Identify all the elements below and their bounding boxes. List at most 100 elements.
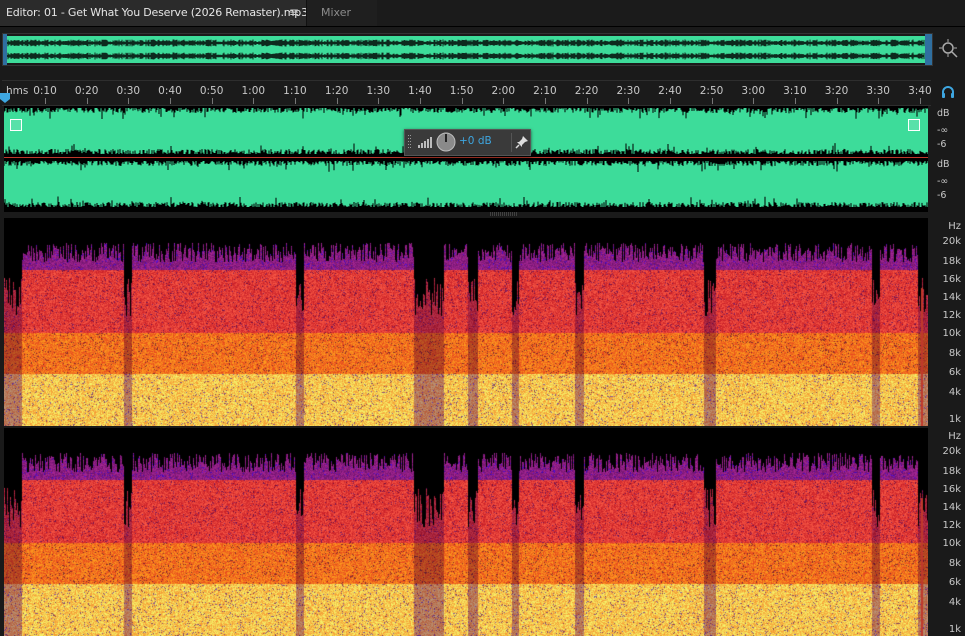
ruler-tick-mark — [211, 98, 213, 104]
ruler-tick-label: 2:20 — [574, 85, 599, 97]
db-unit-label: dB — [937, 159, 950, 170]
ruler-tick-mark — [794, 98, 796, 104]
waveform-display[interactable] — [3, 106, 928, 212]
ruler-tick-mark — [836, 98, 838, 104]
ruler-tick-label: 3:00 — [741, 85, 766, 97]
ruler-tick-label: 0:40 — [158, 85, 182, 97]
db-unit-label: dB — [937, 108, 950, 119]
hz-label: 14k — [942, 502, 961, 513]
ruler-tick-mark — [669, 98, 671, 104]
hz-label: 8k — [948, 558, 961, 569]
ruler-tick-mark — [628, 98, 630, 104]
ruler-tick-mark — [253, 98, 255, 104]
hz-label: 12k — [942, 520, 961, 531]
ruler-tick-label: 0:30 — [116, 85, 141, 97]
playhead-marker[interactable] — [0, 93, 10, 103]
hz-label: 14k — [942, 292, 961, 303]
ruler-tick-mark — [419, 98, 421, 104]
hz-label: 6k — [948, 577, 961, 588]
hz-label: 6k — [948, 367, 961, 378]
ruler-tick-mark — [711, 98, 713, 104]
tab-bar: Editor: 01 - Get What You Deserve (2026 … — [0, 0, 965, 27]
hz-label: 16k — [942, 274, 961, 285]
ruler-tick-label: 1:40 — [408, 85, 432, 97]
hz-label: 20k — [942, 446, 961, 457]
db-ruler-left-channel: dB -∞ -6 — [931, 106, 965, 156]
hz-label: 12k — [942, 310, 961, 321]
volume-knob[interactable] — [436, 132, 456, 152]
ruler-tick-label: 2:30 — [616, 85, 641, 97]
hz-label: 16k — [942, 484, 961, 495]
headphones-icon[interactable] — [940, 84, 956, 100]
time-ruler[interactable]: hms 0:10 0:20 0:30 0:40 0:50 1:00 1:10 1:20 1:30… — [2, 80, 932, 106]
ruler-tick-label: 2:10 — [533, 85, 557, 97]
ruler-tick-label: 2:00 — [491, 85, 516, 97]
hamburger-menu-icon[interactable]: ≡ — [287, 5, 301, 19]
hz-label: 8k — [948, 348, 961, 359]
tab-mixer[interactable]: Mixer — [306, 0, 377, 26]
db-label-minus6: -6 — [937, 190, 947, 201]
ruler-tick-label: 0:10 — [33, 85, 57, 97]
hz-label: 20k — [942, 236, 961, 247]
hz-label: 18k — [942, 256, 961, 267]
db-label-minus6: -6 — [937, 139, 947, 150]
fade-in-handle[interactable] — [10, 119, 22, 131]
ruler-tick-mark — [586, 98, 588, 104]
ruler-tick-mark — [45, 98, 46, 104]
ruler-tick-label: 3:20 — [824, 85, 849, 97]
fade-out-handle[interactable] — [908, 119, 920, 131]
tab-mixer-label: Mixer — [321, 6, 352, 19]
volume-value: +0 dB — [459, 135, 492, 147]
pin-icon[interactable] — [515, 135, 529, 149]
ruler-tick-label: 1:30 — [366, 85, 391, 97]
ruler-tick-label: 0:50 — [199, 85, 224, 97]
panel-splitter-handle[interactable] — [490, 212, 518, 216]
spectral-display-right-channel[interactable] — [4, 428, 928, 636]
ruler-tick-label: 3:40 — [908, 85, 932, 97]
level-meter-icon — [418, 137, 432, 148]
ruler-tick-mark — [461, 98, 463, 104]
spectral-display-left-channel[interactable] — [4, 218, 928, 426]
ruler-tick-label: 1:20 — [324, 85, 349, 97]
ruler-tick-mark — [878, 98, 880, 104]
hud-divider — [511, 133, 512, 152]
hz-label: 10k — [942, 538, 961, 549]
ruler-tick-label: 3:10 — [783, 85, 807, 97]
overview-waveform[interactable] — [2, 33, 933, 66]
ruler-tick-label: 1:50 — [449, 85, 474, 97]
ruler-tick-mark — [169, 98, 171, 104]
db-ruler-right-channel: dB -∞ -6 — [931, 157, 965, 207]
ruler-tick-label: 3:30 — [866, 85, 890, 97]
ruler-tick-mark — [378, 98, 380, 104]
ruler-tick-label: 1:00 — [241, 85, 266, 97]
hz-label: 4k — [948, 387, 961, 398]
hz-label: 1k — [948, 624, 961, 635]
zoom-navigator-icon[interactable] — [938, 38, 960, 60]
frequency-ruler-left-channel: Hz 20k 18k 16k 14k 12k 10k 8k 6k 4k 1k — [931, 218, 965, 426]
ruler-tick-label: 0:20 — [74, 85, 99, 97]
hz-label: 1k — [948, 414, 961, 425]
db-label-inf: -∞ — [937, 176, 949, 187]
frequency-ruler-right-channel: Hz 20k 18k 16k 14k 12k 10k 8k 6k 4k 1k — [931, 428, 965, 636]
ruler-tick-mark — [919, 98, 921, 104]
ruler-tick-label: 1:10 — [283, 85, 307, 97]
ruler-tick-mark — [294, 98, 296, 104]
grip-icon[interactable] — [408, 134, 412, 150]
hz-label: 18k — [942, 466, 961, 477]
ruler-tick-mark — [336, 98, 338, 104]
ruler-tick-mark — [753, 98, 755, 104]
ruler-tick-label: 2:50 — [699, 85, 724, 97]
ruler-tick-label: 2:40 — [658, 85, 682, 97]
hz-label: 10k — [942, 328, 961, 339]
ruler-tick-mark — [128, 98, 130, 104]
ruler-tick-mark — [544, 98, 546, 104]
ruler-tick-mark — [86, 98, 88, 104]
ruler-tick-mark — [503, 98, 505, 104]
volume-hud: +0 dB — [404, 129, 531, 156]
db-label-inf: -∞ — [937, 125, 949, 136]
tab-editor-label: Editor: 01 - Get What You Deserve (2026 … — [6, 6, 308, 19]
hz-label: Hz — [948, 221, 961, 232]
hz-label: Hz — [948, 431, 961, 442]
hz-label: 4k — [948, 597, 961, 608]
tab-editor[interactable]: Editor: 01 - Get What You Deserve (2026 … — [0, 0, 308, 26]
